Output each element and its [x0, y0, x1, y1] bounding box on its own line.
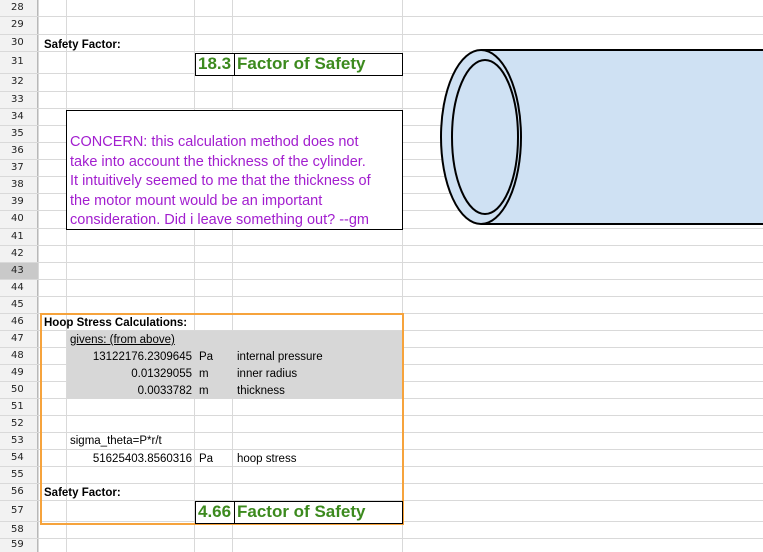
row-number[interactable]: 32: [0, 73, 38, 91]
given-desc[interactable]: internal pressure: [237, 349, 323, 366]
row-number[interactable]: 39: [0, 193, 38, 210]
result-unit[interactable]: Pa: [199, 451, 213, 468]
givens-label: givens: (from above): [70, 334, 175, 346]
row-number[interactable]: 31: [0, 51, 38, 73]
column-gridline: [38, 0, 39, 552]
row-number[interactable]: 53: [0, 432, 38, 449]
row-gridline: [0, 34, 763, 35]
given-desc[interactable]: inner radius: [237, 366, 297, 383]
row-number[interactable]: 44: [0, 279, 38, 296]
row-number[interactable]: 29: [0, 16, 38, 34]
cylinder-body: [481, 50, 763, 224]
row-number[interactable]: 57: [0, 500, 38, 521]
row-gridline: [0, 296, 763, 297]
safety-factor-heading-1: Safety Factor:: [44, 39, 121, 51]
row-number[interactable]: 52: [0, 415, 38, 432]
row-number[interactable]: 51: [0, 398, 38, 415]
concern-note-text: CONCERN: this calculation method does no…: [70, 133, 371, 231]
safety-factor-heading-2: Safety Factor:: [44, 487, 121, 499]
given-unit[interactable]: Pa: [199, 349, 213, 366]
cylinder-drawing: [440, 49, 763, 225]
result-value[interactable]: 51625403.8560316: [68, 451, 192, 468]
row-number[interactable]: 43: [0, 262, 38, 279]
row-number[interactable]: 35: [0, 125, 38, 142]
row-number[interactable]: 28: [0, 0, 38, 16]
row-number[interactable]: 50: [0, 381, 38, 398]
hoop-heading: Hoop Stress Calculations:: [44, 317, 188, 329]
row-number[interactable]: 58: [0, 521, 38, 538]
spreadsheet-grid[interactable]: 28 29 30 31 32 33 34 35 36 37 38 39 40 41 42 43 44 45 46 47…: [0, 0, 763, 552]
safety-factor-label-2[interactable]: Factor of Safety: [237, 503, 365, 520]
row-number[interactable]: 40: [0, 210, 38, 228]
safety-factor-label-1[interactable]: Factor of Safety: [237, 55, 365, 72]
row-number[interactable]: 45: [0, 296, 38, 313]
formula-cell[interactable]: sigma_theta=P*r/t: [70, 433, 162, 450]
given-value[interactable]: 0.0033782: [68, 383, 192, 400]
concern-line: take into account the thickness of the c…: [70, 153, 366, 170]
row-number[interactable]: 30: [0, 34, 38, 51]
row-number[interactable]: 34: [0, 108, 38, 125]
concern-line: It intuitively seemed to me that the thi…: [70, 173, 371, 190]
row-number[interactable]: 54: [0, 449, 38, 466]
row-number[interactable]: 36: [0, 142, 38, 159]
row-gridline: [0, 262, 763, 263]
row-number[interactable]: 55: [0, 466, 38, 483]
given-desc[interactable]: thickness: [237, 383, 285, 400]
row-number[interactable]: 48: [0, 347, 38, 364]
given-unit[interactable]: m: [199, 383, 209, 400]
result-desc[interactable]: hoop stress: [237, 451, 296, 468]
row-gridline: [0, 279, 763, 280]
row-gridline: [0, 538, 763, 539]
safety-factor-value-1[interactable]: 18.3: [198, 55, 231, 72]
row-number[interactable]: 56: [0, 483, 38, 500]
row-number[interactable]: 46: [0, 313, 38, 330]
row-number[interactable]: 49: [0, 364, 38, 381]
given-value[interactable]: 13122176.2309645: [68, 349, 192, 366]
safety-factor-value-2[interactable]: 4.66: [198, 503, 231, 520]
row-number[interactable]: 38: [0, 176, 38, 193]
row-gridline: [0, 245, 763, 246]
row-number[interactable]: 41: [0, 228, 38, 245]
row-number[interactable]: 59: [0, 538, 38, 552]
row-number[interactable]: 42: [0, 245, 38, 262]
given-value[interactable]: 0.01329055: [68, 366, 192, 383]
given-unit[interactable]: m: [199, 366, 209, 383]
concern-line: the motor mount would be an important: [70, 192, 323, 209]
row-number[interactable]: 33: [0, 91, 38, 108]
row-number[interactable]: 47: [0, 330, 38, 347]
row-number[interactable]: 37: [0, 159, 38, 176]
concern-line: CONCERN: this calculation method does no…: [70, 134, 359, 150]
cylinder-inner-rim: [451, 59, 519, 215]
concern-line: consideration. Did i leave something out…: [70, 212, 370, 229]
row-gridline: [0, 16, 763, 17]
